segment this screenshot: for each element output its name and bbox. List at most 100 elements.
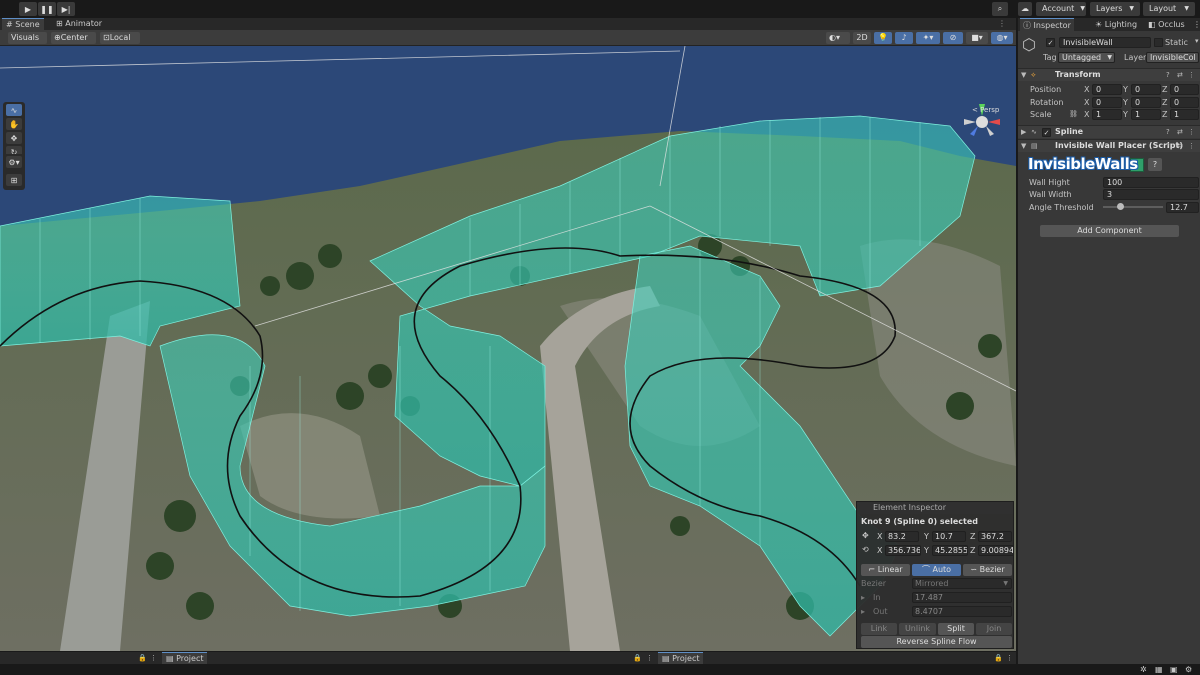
angle-threshold-field[interactable]: 12.7: [1166, 202, 1199, 213]
scale-y-field[interactable]: 1: [1131, 109, 1161, 120]
spline-header[interactable]: ▶ ∿ ✓ Spline ? ⇄ ⋮: [1018, 125, 1200, 138]
cloud-button[interactable]: ☁: [1018, 2, 1032, 16]
audio-toggle[interactable]: ♪: [895, 32, 913, 44]
join-button[interactable]: Join: [976, 623, 1012, 635]
layer-dropdown[interactable]: InvisibleCol: [1146, 52, 1199, 63]
effects-dropdown[interactable]: ✦▾: [916, 32, 940, 44]
search-button[interactable]: ⌕: [992, 2, 1008, 16]
unlink-button[interactable]: Unlink: [899, 623, 936, 635]
play-button[interactable]: ▶: [19, 2, 37, 16]
position-x-field[interactable]: 0: [1092, 84, 1122, 95]
rotation-z-field[interactable]: 0: [1170, 97, 1199, 108]
knot-rotation-y[interactable]: 45.28559: [932, 545, 968, 556]
notifications-icon[interactable]: ▣: [1170, 665, 1178, 674]
tangent-bezier-button[interactable]: ∽ Bezier: [963, 564, 1012, 576]
active-checkbox[interactable]: ✓: [1046, 38, 1055, 47]
link-button[interactable]: Link: [861, 623, 897, 635]
position-z-field[interactable]: 0: [1170, 84, 1199, 95]
scale-x-field[interactable]: 1: [1092, 109, 1122, 120]
split-button[interactable]: Split: [938, 623, 974, 635]
link-icon[interactable]: ⛓: [1069, 110, 1078, 118]
slider-knob[interactable]: [1116, 203, 1124, 210]
spline-tool-button[interactable]: ∿: [6, 104, 22, 116]
position-y-field[interactable]: 0: [1131, 84, 1161, 95]
transform-tool-button[interactable]: ⊞: [6, 174, 22, 186]
wall-width-field[interactable]: 3: [1103, 189, 1199, 200]
knot-position-x[interactable]: 83.2: [885, 531, 919, 542]
kebab-icon[interactable]: ⋮: [150, 654, 157, 662]
angle-threshold-slider[interactable]: [1103, 203, 1163, 210]
script-header[interactable]: ▼ ▤ Invisible Wall Placer (Script) ? ⇄ ⋮: [1018, 139, 1200, 152]
scale-z-field[interactable]: 1: [1170, 109, 1199, 120]
draw-mode-dropdown[interactable]: ◐▾: [826, 32, 850, 44]
chevron-down-icon[interactable]: ▾: [1195, 37, 1199, 45]
tab-lighting[interactable]: ☀ Lighting: [1092, 18, 1140, 31]
knot-rotation-x[interactable]: 356.7364: [885, 545, 921, 556]
knot-position-y[interactable]: 10.7: [932, 531, 966, 542]
rotation-y-field[interactable]: 0: [1131, 97, 1161, 108]
layout-dropdown[interactable]: Layout ▼: [1143, 2, 1195, 16]
help-icon[interactable]: ?: [1166, 128, 1170, 136]
space-dropdown[interactable]: ⊡Local ▼: [100, 32, 140, 54]
tab-inspector[interactable]: ⓘ Inspector: [1020, 18, 1074, 31]
help-icon[interactable]: ?: [1166, 142, 1170, 150]
tab-scene[interactable]: # Scene: [2, 18, 44, 30]
kebab-icon[interactable]: ⋮: [1188, 128, 1195, 136]
object-name-field[interactable]: InvisibleWall: [1059, 37, 1151, 48]
preset-icon[interactable]: ⇄: [1177, 128, 1183, 136]
spline-enabled-checkbox[interactable]: ✓: [1042, 128, 1051, 137]
pivot-dropdown[interactable]: ⊕Center ▼: [51, 32, 96, 54]
tab-menu-button[interactable]: ⋮: [994, 18, 1010, 30]
perspective-label[interactable]: < Persp: [972, 106, 999, 114]
lighting-toggle[interactable]: 💡: [874, 32, 892, 44]
settings-icon[interactable]: ⚙: [1185, 665, 1192, 674]
tangent-in-field[interactable]: 17.487: [912, 592, 1012, 603]
tab-animator[interactable]: ⊞ Animator: [52, 18, 106, 30]
hidden-objects-toggle[interactable]: ⊘: [943, 32, 963, 44]
pivot-icon: ⊕: [54, 33, 61, 42]
custom-tool-dropdown[interactable]: ⚙▾: [6, 156, 22, 168]
expand-out-icon[interactable]: ▸: [861, 607, 865, 616]
stats-icon[interactable]: ▦: [1155, 665, 1163, 674]
tag-dropdown[interactable]: Untagged ▼: [1058, 52, 1115, 63]
tab-menu-button[interactable]: ⋮: [1190, 18, 1200, 31]
lock-icon[interactable]: 🔒: [633, 654, 642, 662]
hand-tool-button[interactable]: ✋: [6, 118, 22, 130]
help-icon[interactable]: ?: [1166, 71, 1170, 79]
pause-button[interactable]: ❚❚: [38, 2, 56, 16]
preset-icon[interactable]: ⇄: [1177, 71, 1183, 79]
account-dropdown[interactable]: Account ▼: [1036, 2, 1086, 16]
static-checkbox[interactable]: [1154, 38, 1163, 47]
help-button[interactable]: ?: [1148, 158, 1162, 171]
rotate-handle-icon[interactable]: ⟲: [862, 545, 869, 554]
visuals-dropdown[interactable]: Visuals ▼: [8, 32, 47, 54]
expand-in-icon[interactable]: ▸: [861, 593, 865, 602]
tangent-linear-button[interactable]: ⌐ Linear: [861, 564, 910, 576]
camera-dropdown[interactable]: ■▾: [966, 32, 988, 44]
kebab-icon[interactable]: ⋮: [646, 654, 653, 662]
reverse-spline-flow-button[interactable]: Reverse Spline Flow: [861, 636, 1012, 648]
tangent-out-field[interactable]: 8.4707: [912, 606, 1012, 617]
lock-icon[interactable]: 🔒: [138, 654, 147, 662]
move-handle-icon[interactable]: ✥: [862, 531, 869, 540]
wall-hight-field[interactable]: 100: [1103, 177, 1199, 188]
layers-dropdown[interactable]: Layers ▼: [1090, 2, 1140, 16]
bug-icon[interactable]: ✲: [1140, 665, 1147, 674]
rotation-x-field[interactable]: 0: [1092, 97, 1122, 108]
toggle-2d-button[interactable]: 2D: [853, 32, 871, 44]
move-tool-button[interactable]: ✥: [6, 132, 22, 144]
kebab-icon[interactable]: ⋮: [1188, 71, 1195, 79]
knot-position-z[interactable]: 367.2: [978, 531, 1012, 542]
bezier-mode-dropdown[interactable]: Mirrored ▼: [912, 578, 1012, 589]
add-component-button[interactable]: Add Component: [1040, 225, 1179, 237]
knot-rotation-z[interactable]: 9.008943: [978, 545, 1014, 556]
kebab-icon[interactable]: ⋮: [1006, 654, 1013, 662]
transform-header[interactable]: ▼ ⟡ Transform ? ⇄ ⋮: [1018, 68, 1200, 81]
tangent-auto-button[interactable]: ⌒ Auto: [912, 564, 961, 576]
step-button[interactable]: ▶|: [57, 2, 75, 16]
kebab-icon[interactable]: ⋮: [1188, 142, 1195, 150]
lock-icon[interactable]: 🔒: [994, 654, 1003, 662]
tab-occlusion[interactable]: ◧ Occlus: [1145, 18, 1188, 31]
preset-icon[interactable]: ⇄: [1177, 142, 1183, 150]
gizmos-dropdown[interactable]: ◍▾: [991, 32, 1013, 44]
